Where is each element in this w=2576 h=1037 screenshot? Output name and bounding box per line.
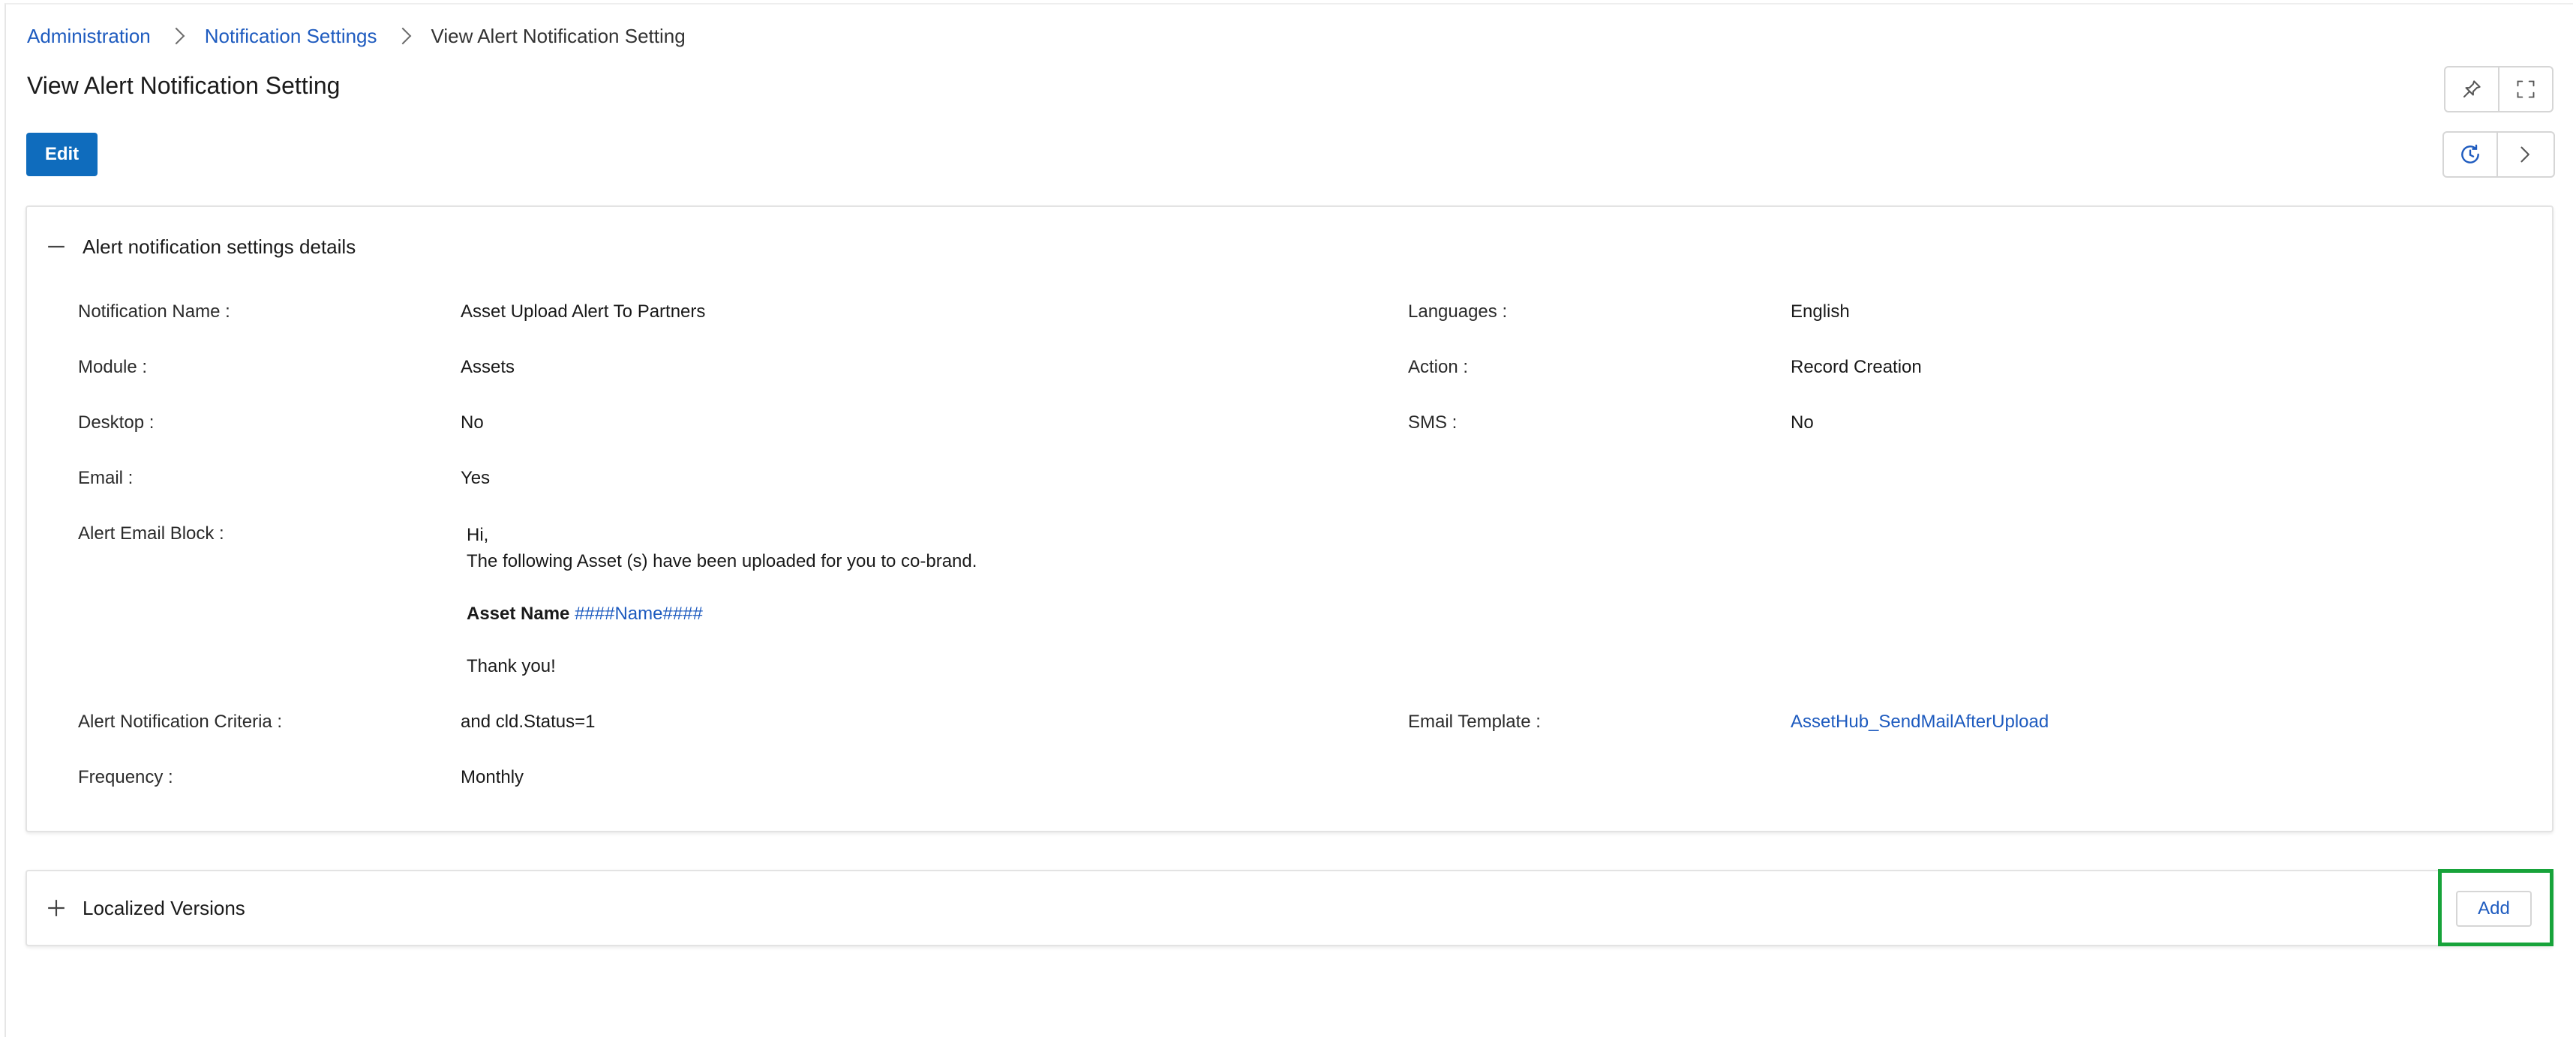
chevron-right-icon bbox=[167, 27, 185, 45]
alert-email-block: Hi, The following Asset (s) have been up… bbox=[467, 522, 977, 679]
expand-plus-icon bbox=[45, 898, 68, 918]
record-actions-group bbox=[2442, 131, 2555, 178]
pin-icon bbox=[2463, 80, 2481, 97]
localized-section-header[interactable]: Localized Versions bbox=[27, 892, 245, 924]
languages-label: Languages : bbox=[1408, 301, 1508, 322]
desktop-value: No bbox=[461, 412, 484, 433]
chevron-right-icon bbox=[394, 27, 411, 45]
breadcrumb-notification-settings[interactable]: Notification Settings bbox=[205, 25, 377, 48]
collapse-icon bbox=[45, 237, 68, 256]
email-label: Email : bbox=[78, 468, 134, 488]
next-record-button[interactable] bbox=[2496, 133, 2550, 176]
details-card: Alert notification settings details bbox=[26, 205, 2553, 832]
email-template-label: Email Template : bbox=[1408, 712, 1541, 732]
edit-button[interactable]: Edit bbox=[26, 133, 98, 176]
languages-value: English bbox=[1791, 301, 1850, 322]
asset-name-variable: ####Name#### bbox=[575, 604, 703, 624]
module-label: Module : bbox=[78, 357, 148, 377]
expand-icon bbox=[2517, 80, 2535, 98]
history-button[interactable] bbox=[2444, 133, 2496, 176]
action-label: Action : bbox=[1408, 357, 1469, 377]
action-value: Record Creation bbox=[1791, 357, 1922, 377]
email-asset-line: Asset Name ####Name#### bbox=[467, 601, 977, 627]
criteria-label: Alert Notification Criteria : bbox=[78, 712, 283, 732]
breadcrumb-current: View Alert Notification Setting bbox=[431, 24, 686, 47]
history-icon bbox=[2461, 144, 2479, 163]
breadcrumb: Administration Notification Settings Vie… bbox=[27, 22, 686, 49]
sms-label: SMS : bbox=[1408, 412, 1458, 433]
localized-versions-card: Localized Versions bbox=[26, 870, 2553, 946]
email-value: Yes bbox=[461, 468, 491, 488]
notification-name-label: Notification Name : bbox=[78, 301, 230, 322]
frequency-value: Monthly bbox=[461, 767, 524, 787]
email-greeting: Hi, bbox=[467, 525, 489, 545]
add-localized-version-button[interactable]: Add bbox=[2456, 891, 2532, 927]
desktop-label: Desktop : bbox=[78, 412, 155, 433]
module-value: Assets bbox=[461, 357, 515, 377]
page-title: View Alert Notification Setting bbox=[27, 72, 341, 99]
frequency-label: Frequency : bbox=[78, 767, 173, 787]
details-section-header[interactable]: Alert notification settings details bbox=[27, 231, 356, 262]
notification-name-value: Asset Upload Alert To Partners bbox=[461, 301, 706, 322]
view-options-group bbox=[2444, 66, 2553, 112]
alert-email-block-label: Alert Email Block : bbox=[78, 523, 224, 544]
expand-button[interactable] bbox=[2498, 67, 2552, 111]
email-body: The following Asset (s) have been upload… bbox=[467, 551, 977, 571]
criteria-value: and cld.Status=1 bbox=[461, 712, 596, 732]
email-closing: Thank you! bbox=[467, 656, 556, 676]
breadcrumb-administration[interactable]: Administration bbox=[27, 25, 151, 48]
pin-button[interactable] bbox=[2445, 67, 2498, 111]
email-template-link[interactable]: AssetHub_SendMailAfterUpload bbox=[1791, 712, 2049, 733]
chevron-right-icon bbox=[2520, 146, 2529, 163]
localized-section-title: Localized Versions bbox=[83, 896, 245, 919]
asset-name-label: Asset Name bbox=[467, 604, 570, 624]
details-section-title: Alert notification settings details bbox=[83, 235, 356, 258]
sms-value: No bbox=[1791, 412, 1814, 433]
